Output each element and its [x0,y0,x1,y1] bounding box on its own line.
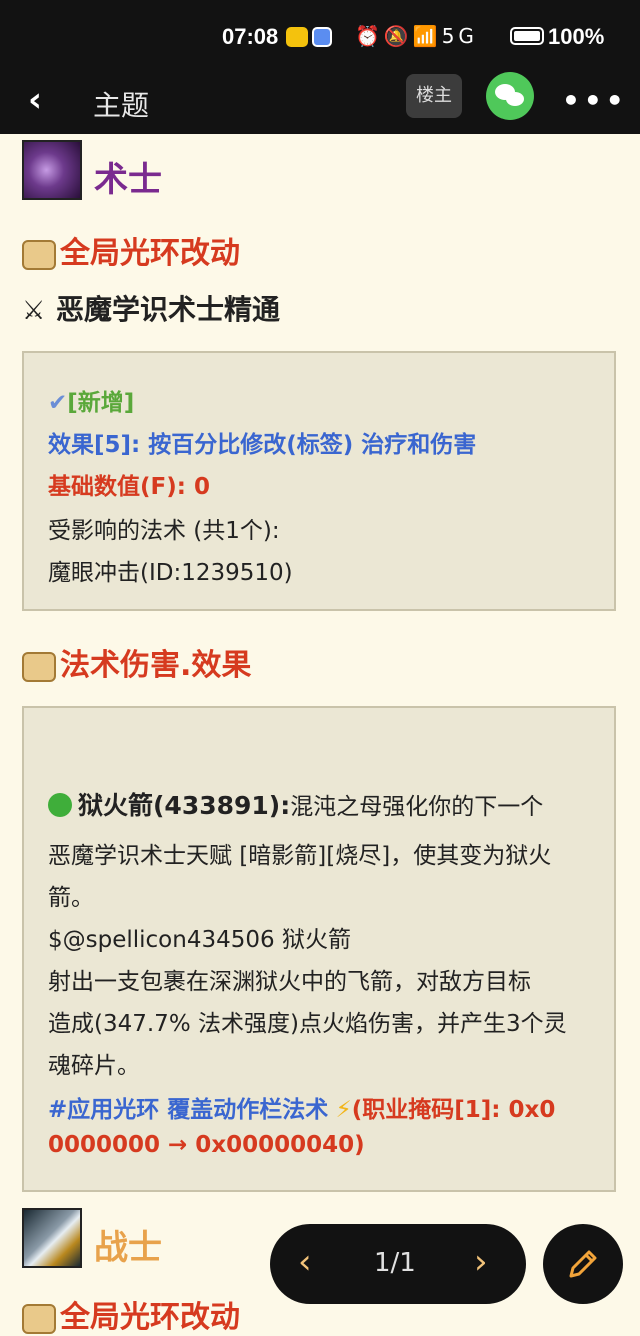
battery-icon [510,27,544,45]
green-circle-icon [48,793,72,817]
spell-desc-line: 恶魔学识术士天赋 [暗影箭][烧尽]，使其变为狱火 [48,843,552,869]
affected-spells-label: 受影响的法术 (共1个): [48,518,280,544]
effect-line: 效果[5]: 按百分比修改(标签) 治疗和伤害 [48,432,477,458]
page-title: 主题 [93,89,150,122]
section-heading: 全局光环改动 [22,228,240,272]
aura-line: #应用光环 覆盖动作栏法术 ⚡(职业掩码[1]: 0x0 [48,1097,556,1123]
spell-desc-line: $@spellicon434506 狱火箭 [48,927,351,953]
next-page-button[interactable]: › [474,1242,488,1282]
wechat-share-icon[interactable] [486,72,534,120]
warlock-class-icon [22,140,82,200]
page-indicator[interactable]: 1/1 [374,1248,416,1278]
section-heading: 全局光环改动 [22,1292,240,1336]
status-time: 07:08 [222,24,279,49]
spell-box: 狱火箭(433891):混沌之母强化你的下一个 恶魔学识术士天赋 [暗影箭][烧… [22,706,616,1192]
class-name: 战士 [94,1228,162,1268]
check-icon: ✔ [48,390,68,416]
app-notification-icon [312,27,332,47]
battery-percent: 100% [548,24,605,49]
spell-desc-line: 魂碎片。 [48,1053,140,1079]
prev-page-button[interactable]: ‹ [298,1242,312,1282]
spell-desc-line: 箭。 [48,885,94,911]
pencil-icon [569,1250,597,1278]
new-tag: ✔[新增] [48,390,135,416]
status-bar: 07:08 ⏰🔕📶5G 100% [0,0,640,70]
lightning-icon: ⚡ [335,1097,352,1123]
change-box: ✔[新增] 效果[5]: 按百分比修改(标签) 治疗和伤害 基础数值(F): 0… [22,351,616,611]
aura-mask-line: 0000000 → 0x00000040) [48,1132,365,1158]
spell-desc-line: 造成(347.7% 法术强度)点火焰伤害，并产生3个灵 [48,1011,567,1037]
spell-desc-line: 射出一支包裹在深渊狱火中的飞箭，对敌方目标 [48,969,531,995]
top-nav-bar: ‹ 主题 楼主 ••• [0,70,640,134]
only-op-button[interactable]: 楼主 [406,74,462,118]
base-value-line: 基础数值(F): 0 [48,474,210,500]
affected-spell: 魔眼冲击(ID:1239510) [48,560,293,586]
spec-heading: ⚔ 恶魔学识术士精通 [22,293,281,326]
edit-button[interactable] [543,1224,623,1304]
scroll-icon [22,1303,56,1334]
scroll-icon [22,651,56,682]
warrior-class-icon [22,1208,82,1268]
crossed-swords-icon: ⚔ [22,296,46,326]
more-menu-icon[interactable]: ••• [562,84,628,117]
status-icons: ⏰🔕📶5G [355,24,478,48]
spell-title-line: 狱火箭(433891):混沌之母强化你的下一个 [48,786,543,822]
page-navigator: ‹ 1/1 › [270,1224,526,1304]
section-heading: 法术伤害.效果 [22,640,251,684]
class-name: 术士 [94,160,162,200]
back-icon[interactable]: ‹ [28,80,60,120]
weibo-notification-icon [286,27,308,47]
scroll-icon [22,239,56,270]
